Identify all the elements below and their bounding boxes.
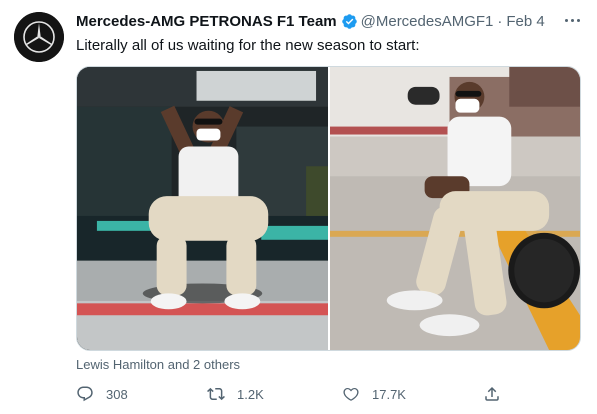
reply-count: 308 [106,386,128,402]
handle[interactable]: @MercedesAMGF1 [361,13,494,30]
tweet-header: Mercedes-AMG PETRONAS F1 Team @MercedesA… [76,10,545,32]
like-count: 17.7K [372,386,406,402]
share-button[interactable] [483,384,501,404]
retweet-count: 1.2K [237,386,264,402]
like-button[interactable]: 17.7K [342,384,406,404]
display-name[interactable]: Mercedes-AMG PETRONAS F1 Team [76,13,337,30]
tweet-text: Literally all of us waiting for the new … [76,37,420,54]
mercedes-star-logo [14,12,64,62]
tweet-date[interactable]: Feb 4 [506,13,544,30]
retweet-icon [207,385,225,403]
heart-icon [342,385,360,403]
reply-button[interactable]: 308 [76,384,128,404]
avatar[interactable] [14,12,64,62]
action-bar: 308 1.2K 17.7K [76,384,506,404]
separator-dot: · [497,12,503,30]
photo-pitlane[interactable] [330,67,580,350]
photo-garage[interactable] [77,67,328,350]
more-options-icon[interactable] [560,10,584,30]
verified-badge-icon [341,13,358,30]
retweet-button[interactable]: 1.2K [207,384,264,404]
media-grid [76,66,581,351]
reply-icon [76,385,94,403]
share-icon [483,385,501,403]
tagged-people-link[interactable]: Lewis Hamilton and 2 others [76,357,240,372]
